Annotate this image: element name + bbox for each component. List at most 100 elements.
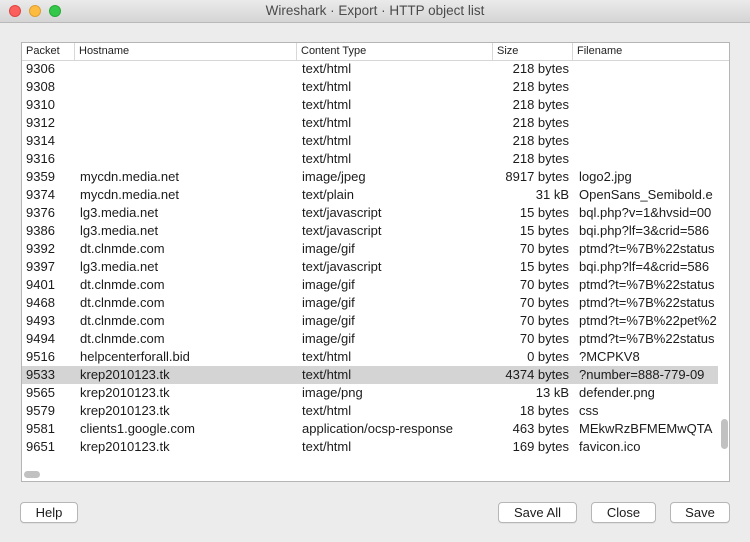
filename-cell: [579, 150, 718, 168]
column-header-hostname[interactable]: Hostname: [74, 43, 296, 60]
size-cell: 70 bytes: [519, 277, 569, 292]
size-cell: 169 bytes: [512, 439, 569, 454]
content-type-cell: text/html: [302, 133, 352, 148]
filename-cell: bqi.php?lf=4&crid=586: [579, 259, 710, 274]
horizontal-scroll-thumb[interactable]: [24, 471, 40, 478]
hostname-cell: dt.clnmde.com: [80, 331, 165, 346]
size-cell: 218 bytes: [512, 61, 569, 76]
size-cell: 218 bytes: [512, 97, 569, 112]
hostname-cell: dt.clnmde.com: [80, 241, 165, 256]
content-type-cell: text/javascript: [302, 205, 382, 220]
packet-cell: 9386: [26, 223, 55, 238]
table-row[interactable]: 9493 dt.clnmde.com image/gif 70 bytes ptmd?t…: [22, 312, 718, 330]
hostname-cell: lg3.media.net: [80, 205, 159, 220]
table-row[interactable]: 9581 clients1.google.com application/ocsp-…: [22, 420, 718, 438]
packet-cell: 9374: [26, 187, 55, 202]
hostname-cell: krep2010123.tk: [80, 367, 170, 382]
table-row[interactable]: 9310 text/html 218 bytes: [22, 96, 718, 114]
table-row[interactable]: 9401 dt.clnmde.com image/gif 70 bytes ptmd?t…: [22, 276, 718, 294]
hostname-cell: krep2010123.tk: [80, 403, 170, 418]
packet-cell: 9314: [26, 133, 55, 148]
column-header-filename[interactable]: Filename: [572, 43, 729, 60]
hostname-cell: dt.clnmde.com: [80, 295, 165, 310]
content-type-cell: text/html: [302, 79, 352, 94]
table-row[interactable]: 9308 text/html 218 bytes: [22, 78, 718, 96]
hostname-cell: krep2010123.tk: [80, 385, 170, 400]
filename-cell: [579, 60, 718, 78]
table-row[interactable]: 9468 dt.clnmde.com image/gif 70 bytes ptmd?t…: [22, 294, 718, 312]
size-cell: 13 kB: [535, 385, 569, 400]
filename-cell: css: [579, 403, 599, 418]
hostname-cell: mycdn.media.net: [80, 169, 179, 184]
size-cell: 218 bytes: [512, 133, 569, 148]
table-row[interactable]: 9651 krep2010123.tk text/html 169 bytes favi…: [22, 438, 718, 456]
filename-cell: [579, 132, 718, 150]
packet-cell: 9392: [26, 241, 55, 256]
filename-cell: defender.png: [579, 385, 655, 400]
size-cell: 8917 bytes: [505, 169, 569, 184]
size-cell: 15 bytes: [519, 259, 569, 274]
packet-cell: 9359: [26, 169, 55, 184]
hostname-cell: [80, 132, 295, 150]
vertical-scrollbar[interactable]: [718, 61, 728, 469]
table-row[interactable]: 9565 krep2010123.tk image/png 13 kB defender…: [22, 384, 718, 402]
vertical-scroll-thumb[interactable]: [721, 419, 728, 449]
http-object-table[interactable]: Packet Hostname Content Type Size Filena…: [21, 42, 730, 482]
filename-cell: ?number=888-779-09: [579, 367, 705, 382]
hostname-cell: mycdn.media.net: [80, 187, 179, 202]
hostname-cell: [80, 150, 295, 168]
table-row[interactable]: 9376 lg3.media.net text/javascript 15 bytes…: [22, 204, 718, 222]
hostname-cell: [80, 96, 295, 114]
table-row[interactable]: 9386 lg3.media.net text/javascript 15 bytes…: [22, 222, 718, 240]
filename-cell: [579, 96, 718, 114]
size-cell: 218 bytes: [512, 115, 569, 130]
table-row[interactable]: 9579 krep2010123.tk text/html 18 bytes css: [22, 402, 718, 420]
filename-cell: logo2.jpg: [579, 169, 632, 184]
table-row[interactable]: 9312 text/html 218 bytes: [22, 114, 718, 132]
filename-cell: bql.php?v=1&hvsid=00: [579, 205, 712, 220]
table-row[interactable]: 9392 dt.clnmde.com image/gif 70 bytes ptmd?t…: [22, 240, 718, 258]
packet-cell: 9306: [26, 61, 55, 76]
column-header-packet[interactable]: Packet: [22, 43, 74, 60]
content-type-cell: text/plain: [302, 187, 355, 202]
table-row[interactable]: 9516 helpcenterforall.bid text/html 0 bytes…: [22, 348, 718, 366]
hostname-cell: lg3.media.net: [80, 223, 159, 238]
table-row[interactable]: 9316 text/html 218 bytes: [22, 150, 718, 168]
packet-cell: 9310: [26, 97, 55, 112]
packet-cell: 9401: [26, 277, 55, 292]
table-row[interactable]: 9533 krep2010123.tk text/html 4374 bytes ?nu…: [22, 366, 718, 384]
content-type-cell: application/ocsp-response: [302, 421, 454, 436]
filename-cell: ?MCPKV8: [579, 349, 640, 364]
content-type-cell: text/html: [302, 349, 352, 364]
content-type-cell: text/html: [302, 439, 352, 454]
filename-cell: ptmd?t=%7B%22status: [579, 241, 715, 256]
table-row[interactable]: 9494 dt.clnmde.com image/gif 70 bytes ptmd?t…: [22, 330, 718, 348]
table-row[interactable]: 9314 text/html 218 bytes: [22, 132, 718, 150]
content-type-cell: text/html: [302, 97, 352, 112]
content-type-cell: text/javascript: [302, 259, 382, 274]
save-all-button[interactable]: Save All: [498, 502, 577, 523]
save-button[interactable]: Save: [670, 502, 730, 523]
table-row[interactable]: 9359 mycdn.media.net image/jpeg 8917 bytes l…: [22, 168, 718, 186]
packet-cell: 9565: [26, 385, 55, 400]
table-row[interactable]: 9397 lg3.media.net text/javascript 15 bytes…: [22, 258, 718, 276]
packet-cell: 9579: [26, 403, 55, 418]
table-row[interactable]: 9374 mycdn.media.net text/plain 31 kB OpenSa…: [22, 186, 718, 204]
hostname-cell: [80, 114, 295, 132]
export-http-object-list-window: Wireshark · Export · HTTP object list Pa…: [0, 0, 750, 542]
close-button[interactable]: Close: [591, 502, 656, 523]
hostname-cell: clients1.google.com: [80, 421, 195, 436]
filename-cell: [579, 78, 718, 96]
packet-cell: 9533: [26, 367, 55, 382]
column-header-size[interactable]: Size: [492, 43, 572, 60]
packet-cell: 9376: [26, 205, 55, 220]
table-row[interactable]: 9306 text/html 218 bytes: [22, 60, 718, 78]
packet-cell: 9494: [26, 331, 55, 346]
size-cell: 0 bytes: [527, 349, 569, 364]
column-header-content-type[interactable]: Content Type: [296, 43, 492, 60]
help-button[interactable]: Help: [20, 502, 78, 523]
hostname-cell: helpcenterforall.bid: [80, 349, 190, 364]
content-type-cell: text/html: [302, 367, 352, 382]
content-type-cell: text/html: [302, 403, 352, 418]
filename-cell: MEkwRzBFMEMwQTA: [579, 421, 713, 436]
